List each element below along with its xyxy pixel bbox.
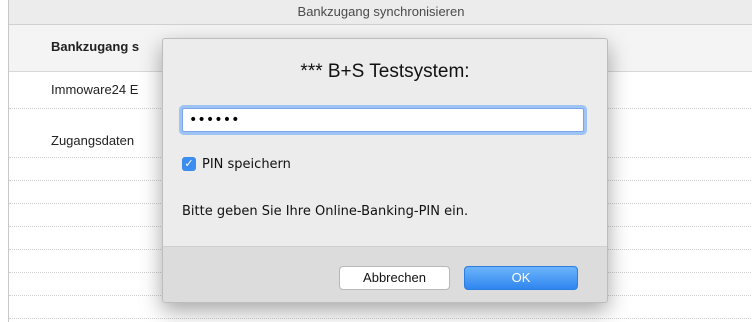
save-pin-option[interactable]: ✓ PIN speichern: [182, 155, 291, 173]
pin-dialog: *** B+S Testsystem: ✓ PIN speichern Bitt…: [162, 38, 608, 303]
ok-button[interactable]: OK: [464, 266, 578, 290]
row-label: Zugangsdaten: [51, 133, 135, 148]
pin-input[interactable]: [182, 108, 584, 132]
row-label: Immoware24 E: [51, 82, 139, 97]
pin-prompt-message: Bitte geben Sie Ihre Online-Banking-PIN …: [182, 204, 469, 219]
window-title: Bankzugang synchronisieren: [9, 0, 752, 25]
save-pin-checkbox[interactable]: ✓: [182, 157, 196, 171]
dialog-title: *** B+S Testsystem:: [300, 61, 470, 82]
cancel-button[interactable]: Abbrechen: [339, 266, 450, 290]
dialog-footer: Abbrechen OK: [163, 246, 607, 302]
save-pin-label[interactable]: PIN speichern: [202, 157, 291, 172]
column-header-bankzugang[interactable]: Bankzugang s: [51, 39, 139, 54]
